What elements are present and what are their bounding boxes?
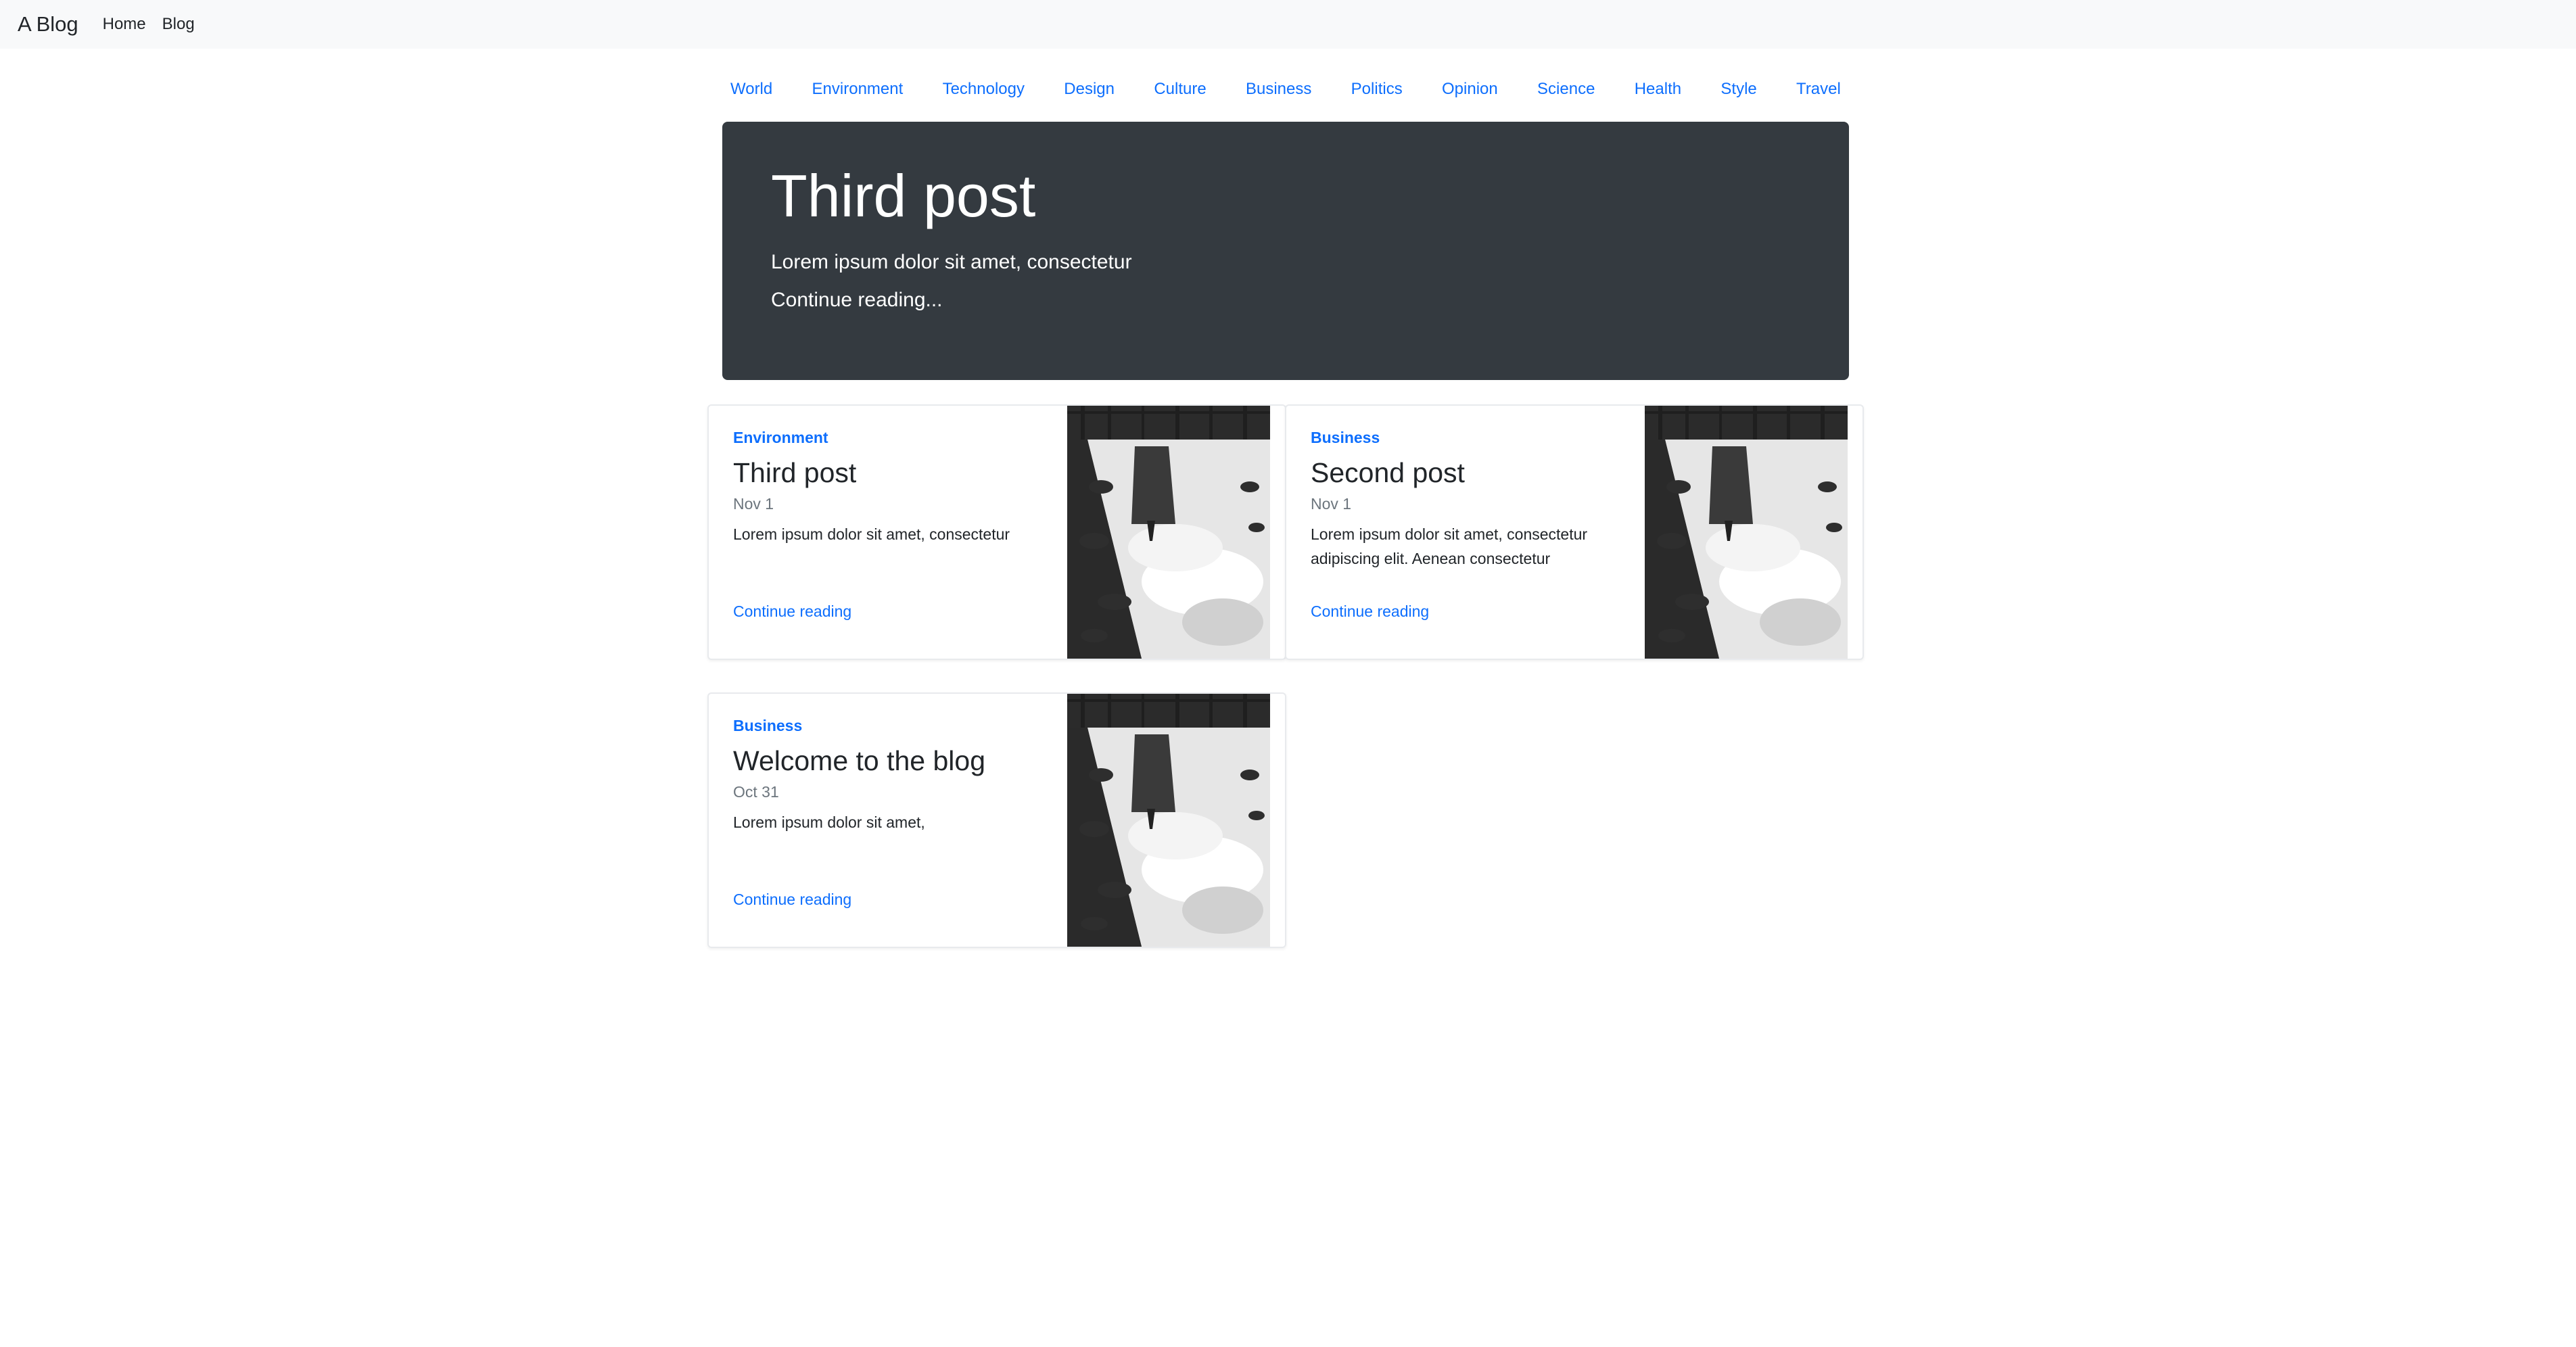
- category-link-technology[interactable]: Technology: [943, 80, 1025, 99]
- post-excerpt: Lorem ipsum dolor sit amet,: [733, 813, 925, 832]
- post-excerpt: Lorem ipsum dolor sit amet, consectetur: [733, 525, 1010, 544]
- category-link-business[interactable]: Business: [1246, 80, 1311, 99]
- post-category: Environment: [733, 429, 828, 446]
- post-card-body: Environment Third post Nov 1 Lorem ipsum…: [733, 429, 1064, 645]
- category-link-health[interactable]: Health: [1635, 80, 1681, 99]
- post-title: Welcome to the blog: [733, 745, 986, 776]
- post-thumbnail: [1645, 406, 1848, 659]
- brand-logo[interactable]: A Blog: [18, 12, 78, 37]
- category-link-culture[interactable]: Culture: [1154, 80, 1206, 99]
- hero-lead: Lorem ipsum dolor sit amet, consectetur: [771, 250, 1132, 273]
- puddle-reflection-image: [1067, 694, 1270, 947]
- nav-link-blog[interactable]: Blog: [162, 15, 195, 34]
- post-date: Nov 1: [733, 495, 774, 513]
- post-card-body: Business Second post Nov 1 Lorem ipsum d…: [1311, 429, 1642, 645]
- category-link-world[interactable]: World: [730, 80, 772, 99]
- continue-reading-link[interactable]: Continue reading: [733, 891, 851, 909]
- puddle-reflection-image: [1645, 406, 1848, 659]
- post-title: Second post: [1311, 457, 1465, 488]
- category-link-politics[interactable]: Politics: [1351, 80, 1403, 99]
- post-date: Oct 31: [733, 783, 779, 801]
- post-card: Business Welcome to the blog Oct 31 Lore…: [707, 692, 1286, 948]
- hero-title: Third post: [771, 162, 1036, 229]
- hero-continue-reading-link[interactable]: Continue reading...: [771, 289, 1800, 312]
- nav-link-home[interactable]: Home: [103, 15, 146, 34]
- category-link-opinion[interactable]: Opinion: [1442, 80, 1498, 99]
- continue-reading-link[interactable]: Continue reading: [733, 602, 851, 621]
- category-link-design[interactable]: Design: [1064, 80, 1115, 99]
- top-navbar: A Blog Home Blog: [0, 0, 2576, 49]
- category-link-travel[interactable]: Travel: [1796, 80, 1841, 99]
- featured-post-hero: Third post Lorem ipsum dolor sit amet, c…: [722, 122, 1849, 380]
- post-title: Third post: [733, 457, 857, 488]
- post-card: Environment Third post Nov 1 Lorem ipsum…: [707, 404, 1286, 660]
- post-excerpt: Lorem ipsum dolor sit amet, consectetur …: [1311, 525, 1588, 567]
- puddle-reflection-image: [1067, 406, 1270, 659]
- post-thumbnail: [1067, 694, 1270, 947]
- post-category: Business: [733, 717, 803, 734]
- category-link-environment[interactable]: Environment: [812, 80, 904, 99]
- category-link-science[interactable]: Science: [1537, 80, 1595, 99]
- category-link-style[interactable]: Style: [1720, 80, 1756, 99]
- category-nav: World Environment Technology Design Cult…: [722, 74, 1849, 104]
- post-card: Business Second post Nov 1 Lorem ipsum d…: [1285, 404, 1864, 660]
- post-category: Business: [1311, 429, 1380, 446]
- post-date: Nov 1: [1311, 495, 1352, 513]
- post-thumbnail: [1067, 406, 1270, 659]
- post-card-body: Business Welcome to the blog Oct 31 Lore…: [733, 717, 1064, 933]
- continue-reading-link[interactable]: Continue reading: [1311, 602, 1429, 621]
